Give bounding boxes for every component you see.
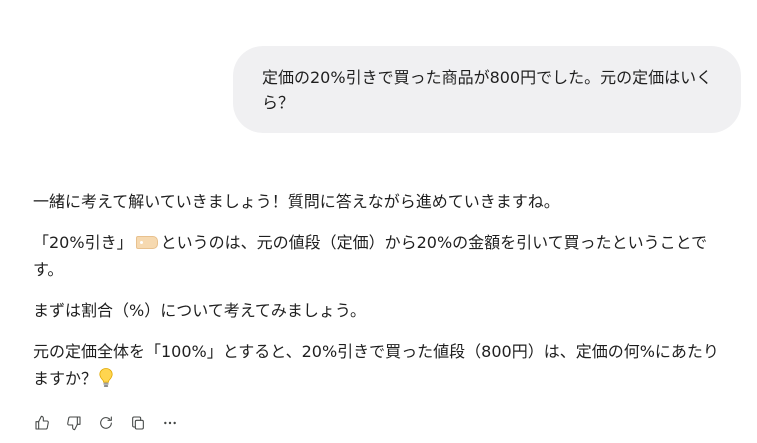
question-text: 元の定価全体を「100%」とすると、20%引きで買った値段（800円）は、定価の… <box>33 342 719 388</box>
assistant-response: 一緒に考えて解いていきましょう！質問に答えながら進めていきますね。 「20%引き… <box>33 188 723 406</box>
user-message-bubble: 定価の20%引きで買った商品が800円でした。元の定価はいくら？ <box>233 46 741 133</box>
discount-term: 「20%引き」 <box>33 233 133 252</box>
response-paragraph-1: 一緒に考えて解いていきましょう！質問に答えながら進めていきますね。 <box>33 192 560 211</box>
thumbs-up-button[interactable] <box>32 413 52 433</box>
label-tag-emoji-icon <box>135 236 158 249</box>
regenerate-button[interactable] <box>96 413 116 433</box>
more-options-icon <box>164 421 176 425</box>
copy-button[interactable] <box>128 413 148 433</box>
regenerate-icon <box>100 416 112 429</box>
response-paragraph-4: 元の定価全体を「100%」とすると、20%引きで買った値段（800円）は、定価の… <box>33 338 723 392</box>
response-paragraph-3: まずは割合（%）について考えてみましょう。 <box>33 301 366 320</box>
thumbs-down-icon <box>67 416 81 431</box>
response-paragraph-2: 「20%引き」 というのは、元の値段（定価）から20%の金額を引いて買ったというこ… <box>33 229 723 283</box>
light-bulb-emoji-icon <box>98 367 114 389</box>
copy-icon <box>132 416 144 430</box>
more-options-button[interactable] <box>160 413 180 433</box>
user-message-text: 定価の20%引きで買った商品が800円でした。元の定価はいくら？ <box>262 68 713 112</box>
thumbs-up-icon <box>35 415 49 430</box>
thumbs-down-button[interactable] <box>64 413 84 433</box>
discount-explanation: というのは、元の値段（定価）から20%の金額を引いて買ったということです。 <box>33 233 708 279</box>
response-action-bar <box>32 412 180 434</box>
